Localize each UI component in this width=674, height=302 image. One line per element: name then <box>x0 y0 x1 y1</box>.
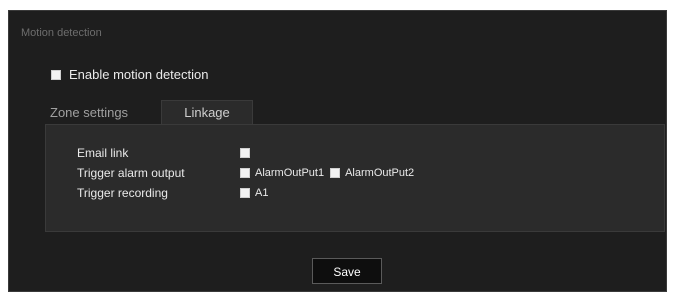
alarm-output-1-option: AlarmOutPut1 <box>240 167 324 179</box>
alarm-output-2-option: AlarmOutPut2 <box>330 167 414 179</box>
trigger-alarm-row: Trigger alarm output AlarmOutPut1 AlarmO… <box>77 165 420 180</box>
enable-motion-detection-checkbox[interactable] <box>51 69 61 80</box>
email-link-row: Email link <box>77 145 250 160</box>
tab-linkage[interactable]: Linkage <box>161 100 253 125</box>
recording-a1-option: A1 <box>240 187 268 199</box>
enable-motion-detection-label: Enable motion detection <box>69 67 209 82</box>
alarm-output-1-label: AlarmOutPut1 <box>255 166 325 179</box>
trigger-recording-row: Trigger recording A1 <box>77 185 274 200</box>
linkage-tab-content: Email link Trigger alarm output AlarmOut… <box>45 124 665 232</box>
trigger-recording-label: Trigger recording <box>77 185 168 200</box>
tab-zone-settings[interactable]: Zone settings <box>45 100 161 125</box>
enable-motion-detection-row: Enable motion detection <box>51 67 208 82</box>
recording-a1-label: A1 <box>255 186 269 199</box>
alarm-output-2-label: AlarmOutPut2 <box>345 166 415 179</box>
alarm-output-1-checkbox[interactable] <box>240 167 250 178</box>
section-title: Motion detection <box>21 27 102 39</box>
trigger-alarm-label: Trigger alarm output <box>77 165 185 180</box>
motion-detection-panel: Motion detection Enable motion detection… <box>8 10 667 292</box>
recording-a1-checkbox[interactable] <box>240 187 250 198</box>
email-link-checkbox[interactable] <box>240 147 250 158</box>
tab-bar: Zone settings Linkage <box>45 100 253 125</box>
alarm-output-2-checkbox[interactable] <box>330 167 341 178</box>
save-button[interactable]: Save <box>312 258 382 284</box>
email-link-label: Email link <box>77 145 129 160</box>
